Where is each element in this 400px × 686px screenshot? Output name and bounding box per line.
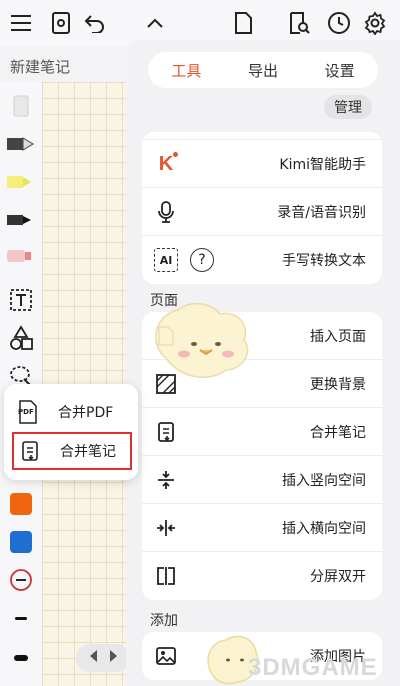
voice-recognition-label: 录音/语音识别 <box>277 204 366 221</box>
voice-recognition-row[interactable]: 录音/语音识别 <box>142 188 382 236</box>
kimi-logo-icon: K <box>154 152 178 176</box>
marker-pen-icon[interactable] <box>4 204 38 236</box>
merge-note-item[interactable]: 合并笔记 <box>12 432 132 470</box>
watermark-text: 3DMGAME <box>248 654 378 681</box>
search-document-icon[interactable] <box>284 8 314 38</box>
shapes-icon[interactable] <box>4 322 38 354</box>
stroke-size-minus-icon[interactable] <box>4 564 38 596</box>
help-icon[interactable]: ? <box>190 248 214 272</box>
stroke-thick-icon[interactable] <box>4 642 38 674</box>
insert-vertical-space-row[interactable]: 插入竖向空间 <box>142 456 382 504</box>
read-mode-icon[interactable] <box>46 8 76 38</box>
chevron-up-icon[interactable] <box>140 8 170 38</box>
eraser-tool-icon[interactable] <box>4 90 38 122</box>
stroke-thin-icon[interactable] <box>4 602 38 634</box>
tab-export[interactable]: 导出 <box>248 60 278 81</box>
tab-settings[interactable]: 设置 <box>325 60 355 81</box>
prev-page-icon[interactable] <box>87 648 99 668</box>
pdf-file-icon: PDF <box>16 400 40 424</box>
vertical-space-icon <box>154 468 178 492</box>
highlighter-icon[interactable] <box>4 166 38 198</box>
merge-note-label: 合并笔记 <box>60 444 116 460</box>
merge-note-row[interactable]: 合并笔记 <box>142 408 382 456</box>
manage-button[interactable]: 管理 <box>324 95 372 119</box>
page-navigator <box>76 644 130 672</box>
merge-note-icon <box>18 439 42 463</box>
change-background-label: 更换背景 <box>310 376 366 393</box>
gear-icon[interactable] <box>360 8 390 38</box>
merge-popup-menu: PDF 合并PDF 合并笔记 <box>4 384 138 480</box>
section-add-title: 添加 <box>150 613 178 629</box>
menu-icon[interactable] <box>6 8 36 38</box>
split-screen-row[interactable]: 分屏双开 <box>142 552 382 600</box>
orange-color-swatch[interactable] <box>4 488 38 520</box>
horizontal-space-icon <box>154 516 178 540</box>
insert-page-label: 插入页面 <box>310 328 366 345</box>
merge-pdf-label: 合并PDF <box>58 405 114 421</box>
split-screen-icon <box>154 564 178 588</box>
kimi-assistant-row[interactable]: K Kimi智能助手 <box>142 140 382 188</box>
insert-horizontal-space-row[interactable]: 插入横向空间 <box>142 504 382 552</box>
tab-tools[interactable]: 工具 <box>171 60 201 81</box>
fountain-pen-icon[interactable] <box>4 128 38 160</box>
image-icon <box>154 644 178 668</box>
handwriting-to-text-label: 手写转换文本 <box>282 253 366 269</box>
note-title[interactable]: 新建笔记 <box>10 56 70 77</box>
page-icon[interactable] <box>228 8 258 38</box>
split-screen-label: 分屏双开 <box>310 569 366 585</box>
ai-tools-card: K Kimi智能助手 录音/语音识别 AI ? 手写转换文本 <box>142 132 382 284</box>
merge-note-icon <box>154 420 178 444</box>
merge-note-label: 合并笔记 <box>310 424 366 441</box>
clock-icon[interactable] <box>324 8 354 38</box>
next-page-icon[interactable] <box>108 648 120 668</box>
insert-vertical-space-label: 插入竖向空间 <box>282 472 366 489</box>
undo-icon[interactable] <box>80 8 110 38</box>
panel-tabs: 工具 导出 设置 <box>148 52 378 88</box>
mascot-sticker <box>155 302 249 378</box>
text-box-icon[interactable] <box>4 284 38 316</box>
microphone-icon <box>154 200 178 224</box>
handwriting-to-text-row[interactable]: AI ? 手写转换文本 <box>142 236 382 284</box>
blue-color-swatch[interactable] <box>4 526 38 558</box>
merge-pdf-item[interactable]: PDF 合并PDF <box>12 393 132 431</box>
red-pen-icon[interactable] <box>4 240 38 272</box>
insert-horizontal-space-label: 插入横向空间 <box>282 520 366 537</box>
ai-text-icon: AI <box>154 248 178 272</box>
kimi-assistant-label: Kimi智能助手 <box>279 156 366 173</box>
